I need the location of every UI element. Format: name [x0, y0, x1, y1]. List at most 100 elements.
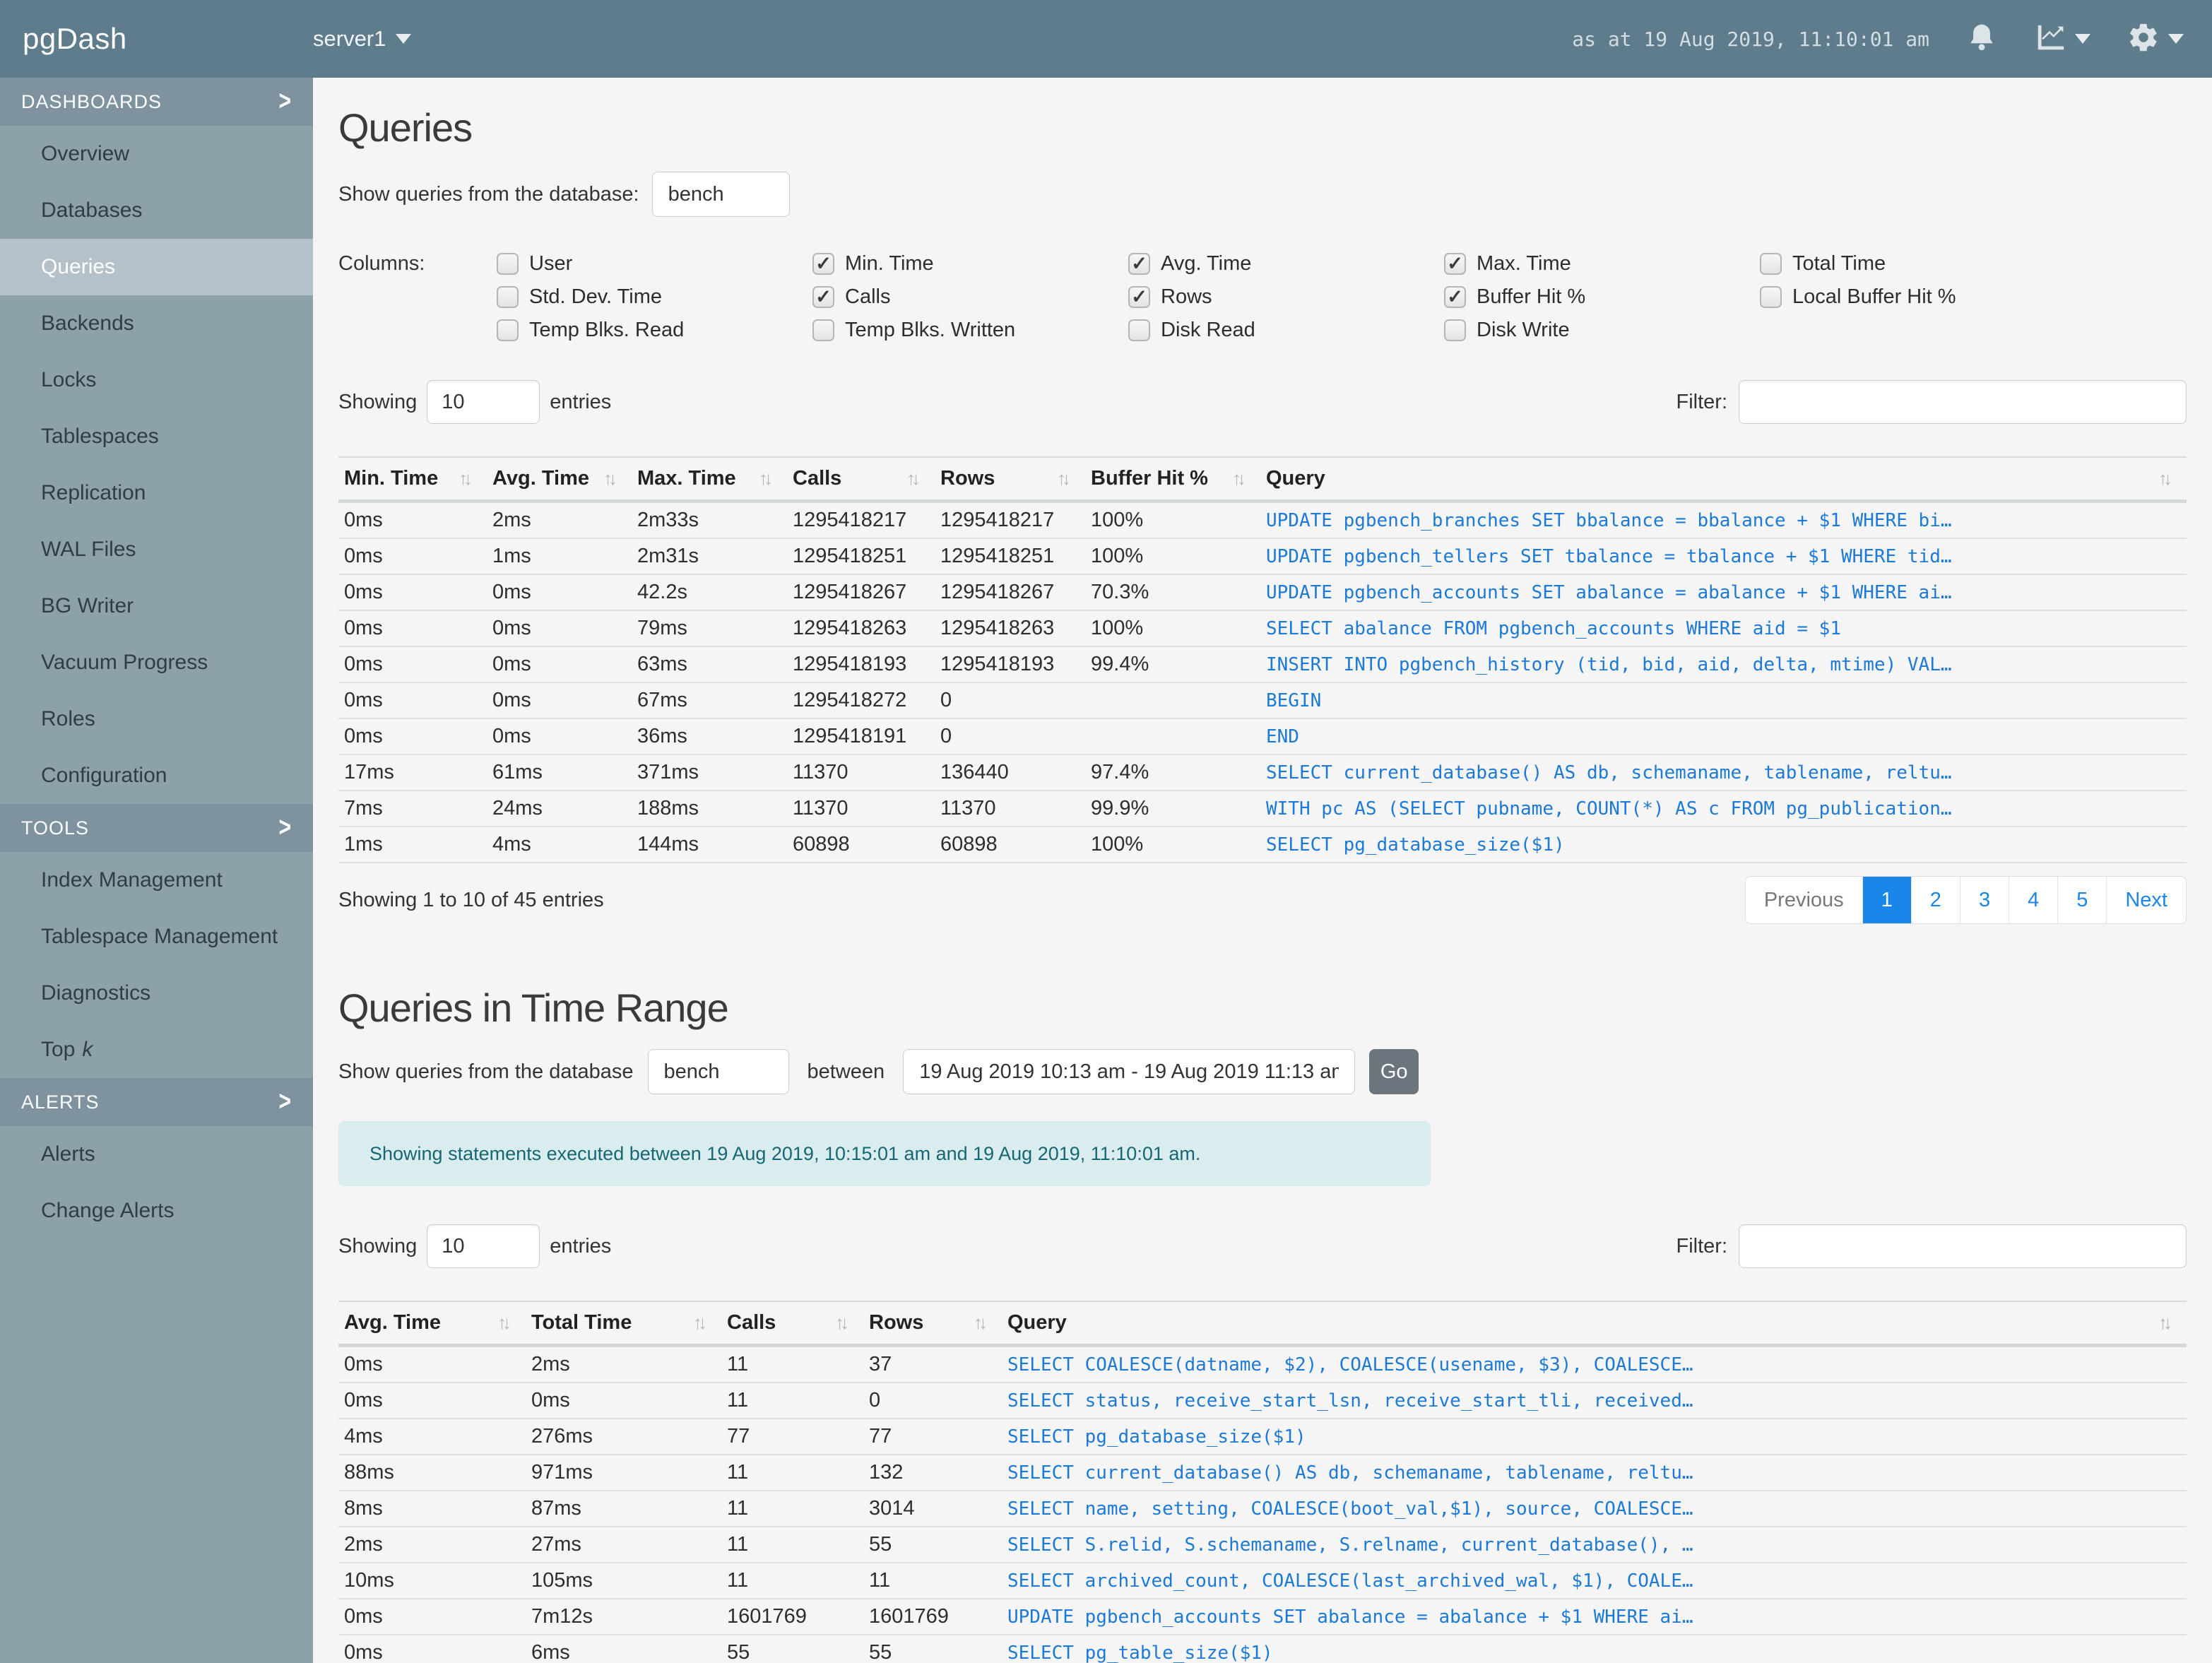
sidebar-section-dashboards[interactable]: DASHBOARDS >	[0, 78, 313, 126]
sort-icon[interactable]: ↑↓	[835, 1312, 849, 1334]
column-header-rows[interactable]: Rows ↑↓	[863, 1301, 1002, 1347]
column-header-rows[interactable]: Rows ↑↓	[935, 456, 1085, 503]
sort-icon[interactable]: ↑↓	[459, 468, 473, 490]
sidebar-item-tablespaces[interactable]: Tablespaces	[0, 408, 313, 465]
column-checkbox-total-time[interactable]: Total Time	[1760, 252, 2076, 276]
column-header-avg-time[interactable]: Avg. Time ↑↓	[338, 1301, 526, 1347]
sidebar-section-alerts[interactable]: ALERTS >	[0, 1078, 313, 1126]
column-header-calls[interactable]: Calls ↑↓	[787, 456, 935, 503]
query-link[interactable]: UPDATE pgbench_accounts SET abalance = a…	[1260, 574, 2187, 611]
sidebar-item-locks[interactable]: Locks	[0, 352, 313, 408]
page-button-2[interactable]: 2	[1910, 877, 1960, 923]
sort-icon[interactable]: ↑↓	[906, 468, 921, 490]
query-link[interactable]: SELECT pg_database_size($1)	[1260, 827, 2187, 863]
go-button[interactable]: Go	[1369, 1049, 1419, 1094]
column-header-buffer-hit[interactable]: Buffer Hit % ↑↓	[1085, 456, 1260, 503]
query-link[interactable]: SELECT COALESCE(datname, $2), COALESCE(u…	[1002, 1345, 2187, 1383]
time-range-picker[interactable]	[903, 1049, 1356, 1094]
query-link[interactable]: UPDATE pgbench_accounts SET abalance = a…	[1002, 1599, 2187, 1635]
table-filter-input-2[interactable]	[1739, 1224, 2187, 1268]
column-header-avg-time[interactable]: Avg. Time ↑↓	[487, 456, 632, 503]
column-checkbox-rows[interactable]: ✓ Rows	[1128, 285, 1444, 309]
sidebar-item-diagnostics[interactable]: Diagnostics	[0, 965, 313, 1022]
sort-icon[interactable]: ↑↓	[2158, 1312, 2172, 1334]
column-header-label: Calls	[727, 1311, 776, 1334]
column-checkbox-user[interactable]: User	[497, 252, 812, 276]
query-link[interactable]: SELECT current_database() AS db, scheman…	[1002, 1455, 2187, 1491]
page-length-input-2[interactable]	[427, 1224, 540, 1268]
sort-icon[interactable]: ↑↓	[693, 1312, 707, 1334]
sidebar-item-backends[interactable]: Backends	[0, 295, 313, 352]
column-header-query[interactable]: Query ↑↓	[1002, 1301, 2187, 1347]
sort-icon[interactable]: ↑↓	[759, 468, 773, 490]
page-button-4[interactable]: 4	[2009, 877, 2057, 923]
server-selector[interactable]: server1	[313, 26, 412, 52]
column-header-total-time[interactable]: Total Time ↑↓	[526, 1301, 721, 1347]
sidebar-item-configuration[interactable]: Configuration	[0, 747, 313, 804]
notifications-button[interactable]	[1966, 22, 1997, 57]
checkbox-label: Disk Write	[1477, 319, 1570, 341]
query-link[interactable]: END	[1260, 718, 2187, 755]
query-link[interactable]: SELECT abalance FROM pgbench_accounts WH…	[1260, 610, 2187, 647]
query-link[interactable]: SELECT pg_table_size($1)	[1002, 1635, 2187, 1663]
sidebar-item-roles[interactable]: Roles	[0, 691, 313, 747]
sidebar-item-replication[interactable]: Replication	[0, 465, 313, 521]
column-header-max-time[interactable]: Max. Time ↑↓	[632, 456, 787, 503]
column-checkbox-disk-write[interactable]: Disk Write	[1444, 319, 1760, 342]
sort-icon[interactable]: ↑↓	[974, 1312, 988, 1334]
sidebar-section-tools[interactable]: TOOLS >	[0, 804, 313, 852]
sidebar-item-index-management[interactable]: Index Management	[0, 852, 313, 909]
column-checkbox-std-dev-time[interactable]: Std. Dev. Time	[497, 285, 812, 309]
page-button-3[interactable]: 3	[1959, 877, 2009, 923]
query-link[interactable]: SELECT pg_database_size($1)	[1002, 1419, 2187, 1455]
sidebar-item-tablespace-management[interactable]: Tablespace Management	[0, 909, 313, 965]
column-checkbox-temp-blks-read[interactable]: Temp Blks. Read	[497, 319, 812, 342]
sort-icon[interactable]: ↑↓	[1232, 468, 1246, 490]
column-checkbox-avg-time[interactable]: ✓ Avg. Time	[1128, 252, 1444, 276]
database-select-2[interactable]: bench	[647, 1049, 789, 1094]
sort-icon[interactable]: ↑↓	[2158, 468, 2172, 490]
sidebar-item-overview[interactable]: Overview	[0, 126, 313, 182]
sort-icon[interactable]: ↑↓	[1057, 468, 1071, 490]
column-checkbox-buffer-hit[interactable]: ✓ Buffer Hit %	[1444, 285, 1760, 309]
query-link[interactable]: UPDATE pgbench_tellers SET tbalance = tb…	[1260, 538, 2187, 575]
query-link[interactable]: BEGIN	[1260, 682, 2187, 719]
query-link[interactable]: SELECT archived_count, COALESCE(last_arc…	[1002, 1563, 2187, 1599]
database-select[interactable]: bench	[651, 172, 790, 217]
sidebar-item-change-alerts[interactable]: Change Alerts	[0, 1183, 313, 1239]
page-button-previous[interactable]: Previous	[1746, 877, 1862, 923]
column-checkbox-temp-blks-written[interactable]: Temp Blks. Written	[812, 319, 1128, 342]
query-link[interactable]: SELECT name, setting, COALESCE(boot_val,…	[1002, 1491, 2187, 1527]
column-header-min-time[interactable]: Min. Time ↑↓	[338, 456, 487, 503]
query-link[interactable]: SELECT S.relid, S.schemaname, S.relname,…	[1002, 1527, 2187, 1563]
page-length-input[interactable]	[427, 380, 540, 424]
column-header-query[interactable]: Query ↑↓	[1260, 456, 2187, 503]
sidebar-item-databases[interactable]: Databases	[0, 182, 313, 239]
query-link[interactable]: INSERT INTO pgbench_history (tid, bid, a…	[1260, 646, 2187, 683]
time-range-input[interactable]	[919, 1060, 1339, 1084]
sidebar-item-topk[interactable]: Top k	[0, 1022, 313, 1078]
sidebar-item-wal-files[interactable]: WAL Files	[0, 521, 313, 578]
column-checkbox-max-time[interactable]: ✓ Max. Time	[1444, 252, 1760, 276]
column-checkbox-calls[interactable]: ✓ Calls	[812, 285, 1128, 309]
sidebar-item-vacuum-progress[interactable]: Vacuum Progress	[0, 634, 313, 691]
query-link[interactable]: WITH pc AS (SELECT pubname, COUNT(*) AS …	[1260, 791, 2187, 827]
sidebar-item-queries[interactable]: Queries	[0, 239, 313, 295]
sidebar-item-alerts[interactable]: Alerts	[0, 1126, 313, 1183]
query-link[interactable]: SELECT current_database() AS db, scheman…	[1260, 754, 2187, 791]
sort-icon[interactable]: ↑↓	[497, 1312, 511, 1334]
settings-menu-button[interactable]	[2127, 21, 2184, 57]
query-link[interactable]: SELECT status, receive_start_lsn, receiv…	[1002, 1383, 2187, 1419]
query-link[interactable]: UPDATE pgbench_branches SET bbalance = b…	[1260, 501, 2187, 539]
sidebar-item-bg-writer[interactable]: BG Writer	[0, 578, 313, 634]
page-button-1[interactable]: 1	[1862, 877, 1911, 923]
column-checkbox-min-time[interactable]: ✓ Min. Time	[812, 252, 1128, 276]
sort-icon[interactable]: ↑↓	[603, 468, 617, 490]
page-button-next[interactable]: Next	[2106, 877, 2186, 923]
charts-menu-button[interactable]	[2034, 21, 2090, 57]
table-filter-input[interactable]	[1739, 380, 2187, 424]
column-checkbox-local-buffer-hit[interactable]: Local Buffer Hit %	[1760, 285, 2076, 309]
column-header-calls[interactable]: Calls ↑↓	[721, 1301, 863, 1347]
column-checkbox-disk-read[interactable]: Disk Read	[1128, 319, 1444, 342]
page-button-5[interactable]: 5	[2057, 877, 2106, 923]
